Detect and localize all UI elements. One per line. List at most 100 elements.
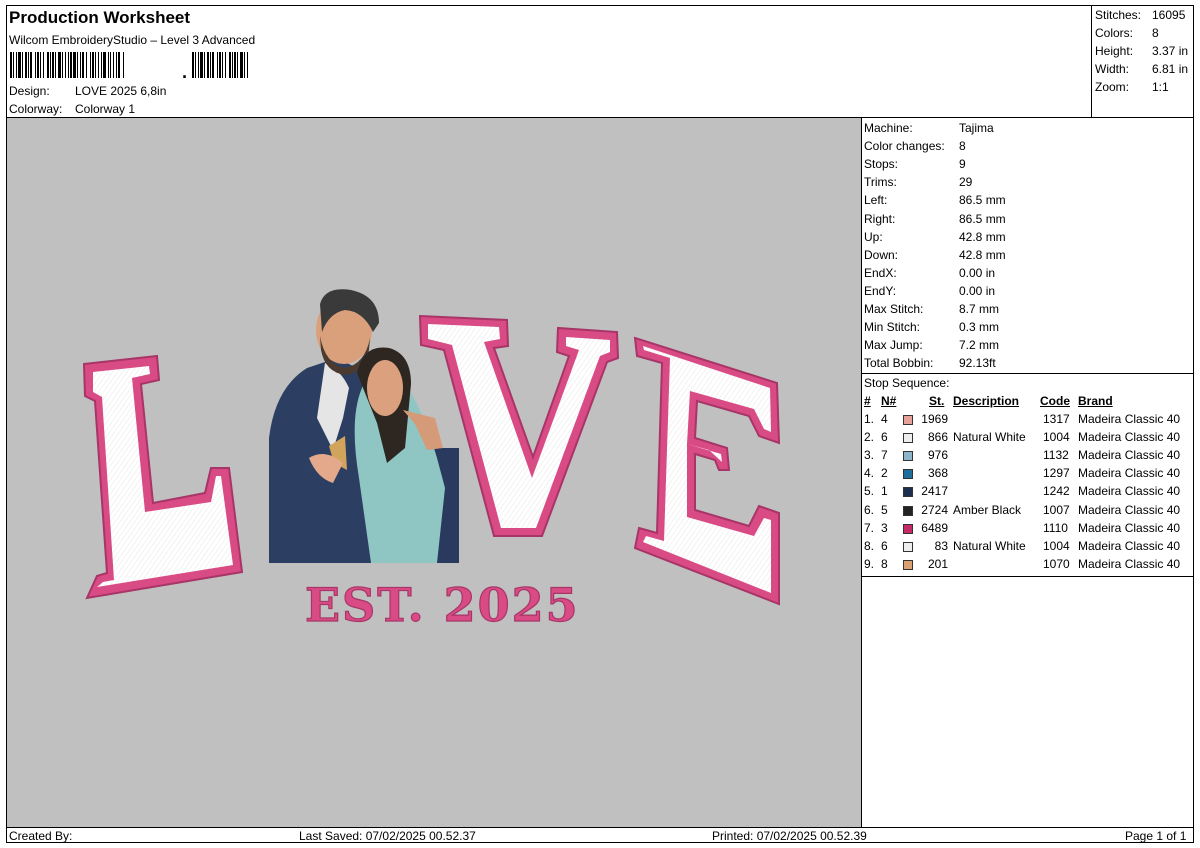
row-number: 5.	[864, 484, 875, 499]
machine-info-value: 0.3 mm	[959, 320, 1000, 335]
thread-code: 1242	[1043, 484, 1070, 499]
machine-info-label: Min Stitch:	[864, 320, 921, 335]
thread-description: Natural White	[953, 430, 1026, 445]
row-number: 1.	[864, 412, 875, 426]
machine-info-label: Down:	[864, 247, 899, 262]
machine-info-label: Max Jump:	[864, 338, 923, 353]
machine-info-row: Machine: Tajima	[864, 121, 994, 135]
worksheet-title: Production Worksheet	[9, 8, 191, 27]
machine-info-panel: Machine: Tajima Color changes: 8 Stops: 9 T…	[862, 118, 1193, 827]
thread-brand: Madeira Classic 40	[1078, 502, 1181, 517]
thread-code: 1297	[1043, 466, 1070, 481]
row-number: 9.	[864, 556, 875, 571]
machine-info-row: Stops: 9	[864, 157, 966, 171]
thread-brand: Madeira Classic 40	[1078, 484, 1181, 499]
last-saved: Last Saved: 07/02/2025 00.52.37	[299, 829, 476, 843]
stitch-count: 2724	[921, 502, 948, 517]
machine-info-value: 0.00 in	[959, 283, 996, 298]
row-number: 6.	[864, 502, 875, 517]
machine-info-value: 29	[959, 175, 973, 190]
needle-number: 8	[881, 556, 888, 571]
est-2025-text: EST. 2025	[305, 578, 580, 632]
stat-stitches: Stitches: 16095	[1095, 8, 1186, 22]
stitch-count: 2417	[921, 484, 948, 499]
stitch-count: 976	[927, 448, 948, 463]
machine-info-label: EndY:	[864, 283, 897, 298]
thread-brand: Madeira Classic 40	[1078, 412, 1181, 426]
thread-color-swatch	[903, 523, 913, 534]
machine-info-label: Max Stitch:	[864, 302, 924, 316]
svg-text:,: ,	[182, 62, 187, 78]
machine-info-value: 8.7 mm	[959, 302, 1000, 316]
col-header-stitches: St.	[929, 394, 945, 408]
machine-info-row: Left: 86.5 mm	[864, 193, 1006, 207]
stop-sequence-row: 7. 3 6489 1110 Madeira Classic 40	[862, 521, 1193, 539]
barcode: ,	[10, 52, 248, 78]
stop-sequence-title: Stop Sequence:	[864, 376, 950, 390]
stat-colors: Colors: 8	[1095, 26, 1159, 40]
machine-info-value: 8	[959, 139, 966, 154]
col-header-code: Code	[1040, 394, 1070, 408]
machine-info-value: 86.5 mm	[959, 193, 1006, 208]
thread-description: Amber Black	[953, 502, 1022, 517]
stitch-count: 201	[927, 556, 948, 571]
machine-info-row: Min Stitch: 0.3 mm	[864, 320, 999, 334]
thread-color-swatch	[903, 559, 913, 570]
needle-number: 5	[881, 502, 888, 517]
machine-info-label: Total Bobbin:	[864, 356, 934, 371]
machine-info-value: 86.5 mm	[959, 211, 1006, 226]
machine-info-value: 9	[959, 157, 966, 172]
machine-info-row: EndY: 0.00 in	[864, 284, 995, 298]
thread-color-swatch	[903, 451, 913, 462]
row-number: 4.	[864, 466, 875, 481]
stop-sequence-row: 3. 7 976 1132 Madeira Classic 40	[862, 448, 1193, 466]
design-value: LOVE 2025 6,8in	[75, 84, 167, 98]
stitch-count: 866	[927, 430, 948, 445]
colorway-label: Colorway:	[9, 102, 63, 116]
machine-info-value: 42.8 mm	[959, 229, 1006, 244]
stat-zoom: Zoom: 1:1	[1095, 80, 1169, 94]
stop-sequence-row: 4. 2 368 1297 Madeira Classic 40	[862, 466, 1193, 484]
machine-info-row: Color changes: 8	[864, 139, 966, 153]
machine-info-value: 92.13ft	[959, 356, 996, 371]
machine-info-row: Total Bobbin: 92.13ft	[864, 356, 996, 370]
printed-date: Printed: 07/02/2025 00.52.39	[712, 829, 867, 843]
machine-info-value: 42.8 mm	[959, 247, 1006, 262]
needle-number: 7	[881, 448, 888, 463]
needle-number: 4	[881, 412, 888, 426]
design-row: Design: LOVE 2025 6,8in	[9, 84, 166, 98]
created-by: Created By:	[9, 829, 73, 843]
machine-info-value: 0.00 in	[959, 265, 996, 280]
machine-info-row: Right: 86.5 mm	[864, 212, 1006, 226]
row-number: 3.	[864, 448, 875, 463]
colorway-value: Colorway 1	[75, 102, 136, 116]
machine-info-value: 7.2 mm	[959, 338, 1000, 353]
machine-info-label: EndX:	[864, 265, 897, 280]
colorway-row: Colorway: Colorway 1	[9, 102, 135, 116]
stop-sequence-row: 8. 6 83 Natural White 1004 Madeira Class…	[862, 539, 1193, 557]
thread-code: 1004	[1043, 430, 1070, 445]
needle-number: 1	[881, 484, 888, 499]
col-header-num: #	[864, 394, 871, 408]
stitch-count: 83	[934, 538, 948, 553]
thread-color-swatch	[903, 541, 913, 552]
thread-code: 1070	[1043, 556, 1070, 571]
thread-color-swatch	[903, 487, 913, 498]
col-header-brand: Brand	[1078, 394, 1113, 408]
machine-info-value: Tajima	[959, 121, 994, 135]
machine-info-row: Max Stitch: 8.7 mm	[864, 302, 999, 316]
machine-info-row: Max Jump: 7.2 mm	[864, 338, 999, 352]
thread-brand: Madeira Classic 40	[1078, 556, 1181, 571]
thread-code: 1132	[1043, 448, 1069, 463]
machine-info-label: Up:	[864, 229, 883, 244]
stop-sequence-row: 5. 1 2417 1242 Madeira Classic 40	[862, 484, 1193, 502]
needle-number: 6	[881, 430, 888, 445]
machine-info-row: EndX: 0.00 in	[864, 266, 995, 280]
stitch-count: 368	[927, 466, 948, 481]
needle-number: 3	[881, 520, 888, 535]
software-name: Wilcom EmbroideryStudio – Level 3 Advanc…	[9, 33, 256, 47]
design-preview: EST. 2025	[7, 118, 862, 827]
thread-color-swatch	[903, 469, 913, 480]
thread-code: 1004	[1043, 538, 1070, 553]
thread-color-swatch	[903, 433, 913, 444]
